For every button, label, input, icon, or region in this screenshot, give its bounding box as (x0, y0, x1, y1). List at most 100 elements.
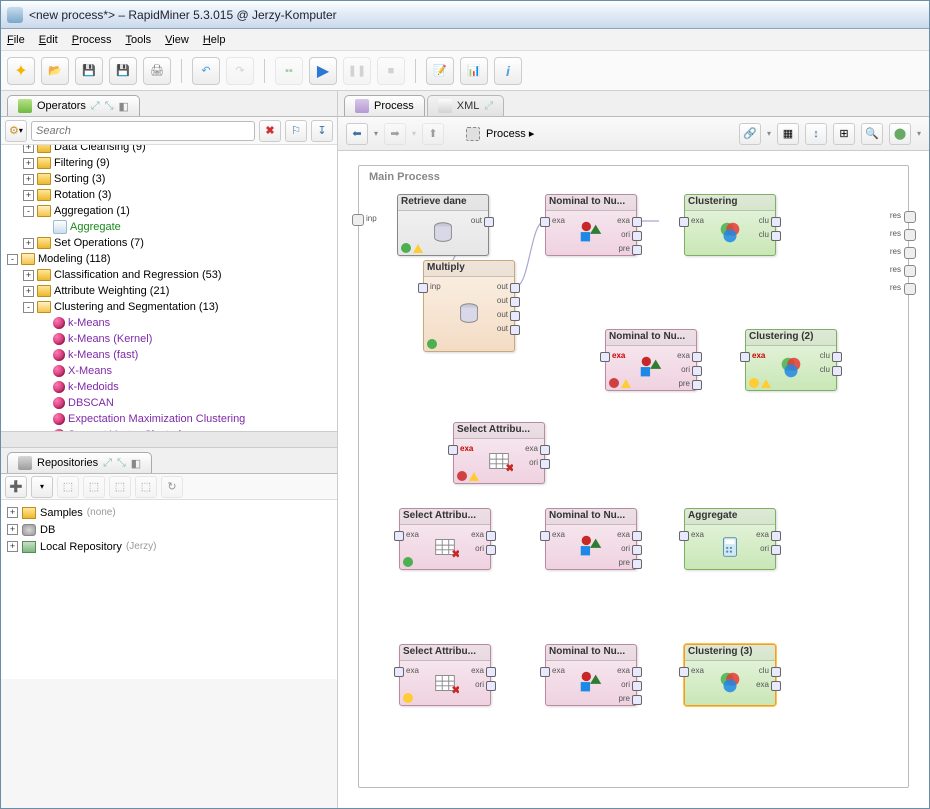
tree-row[interactable]: +Sorting (3) (1, 171, 337, 187)
tree-row[interactable]: -Clustering and Segmentation (13) (1, 299, 337, 315)
repo-row[interactable]: +DB (7, 521, 331, 538)
out-port[interactable] (540, 459, 550, 469)
xml-tab[interactable]: XML ⤢ (427, 95, 504, 116)
operator-nom2[interactable]: Nominal to Nu...exaexaoripre (605, 329, 697, 391)
operator-nom1[interactable]: Nominal to Nu...exaexaoripre (545, 194, 637, 256)
menu-view[interactable]: View (165, 34, 189, 46)
pin-icon[interactable]: ◧ (131, 457, 141, 470)
expander-icon[interactable]: + (23, 145, 34, 153)
save-button[interactable]: 💾 (75, 57, 103, 85)
tree-row[interactable]: Aggregate (1, 219, 337, 235)
operators-tab[interactable]: Operators ⤢ ⤡ ◧ (7, 95, 140, 116)
in-port[interactable] (448, 445, 458, 455)
collapse-icon[interactable]: ⤢ (91, 100, 100, 113)
save-as-button[interactable]: 💾 (109, 57, 137, 85)
out-port[interactable] (486, 667, 496, 677)
repo-refresh-button[interactable]: ↻ (161, 476, 183, 498)
tree-row[interactable]: DBSCAN (1, 395, 337, 411)
operator-clust2[interactable]: Clustering (2)exacluclu (745, 329, 837, 391)
run-button[interactable]: ▶ (309, 57, 337, 85)
menu-tools[interactable]: Tools (125, 34, 151, 46)
expander-icon[interactable]: - (23, 206, 34, 217)
in-port[interactable] (394, 667, 404, 677)
expand-icon[interactable]: ⤡ (117, 457, 126, 470)
layout-button[interactable]: ▦ (777, 123, 799, 145)
expander-icon[interactable]: - (7, 254, 18, 265)
expander-icon[interactable]: + (7, 524, 18, 535)
process-tab[interactable]: Process (344, 95, 425, 116)
filter-dropdown[interactable]: ⚙▾ (5, 120, 27, 142)
stop-button[interactable]: ■ (377, 57, 405, 85)
validate-button[interactable]: ▪▪ (275, 57, 303, 85)
out-port[interactable] (771, 531, 781, 541)
out-port[interactable] (771, 217, 781, 227)
process-output-port[interactable] (904, 229, 916, 241)
results-view-button[interactable]: 📊 (460, 57, 488, 85)
search-input[interactable] (31, 121, 255, 141)
repo-row[interactable]: +Samples (none) (7, 504, 331, 521)
out-port[interactable] (632, 559, 642, 569)
repo-btn5[interactable]: ⬚ (135, 476, 157, 498)
in-port[interactable] (679, 667, 689, 677)
expander-icon[interactable]: + (7, 507, 18, 518)
operator-multiply[interactable]: Multiplyinpoutoutoutout (423, 260, 515, 352)
process-canvas[interactable]: Main Process inp Retrieve daneoutNominal… (358, 165, 909, 788)
expander-icon[interactable]: + (23, 270, 34, 281)
expander-icon[interactable]: + (7, 541, 18, 552)
out-port[interactable] (632, 695, 642, 705)
hscroll[interactable] (1, 431, 337, 447)
repo-btn4[interactable]: ⬚ (109, 476, 131, 498)
tree-row[interactable]: k-Means (Kernel) (1, 331, 337, 347)
info-button[interactable]: i (494, 57, 522, 85)
repo-dropdown-button[interactable]: ▾ (31, 476, 53, 498)
out-port[interactable] (632, 531, 642, 541)
operator-selattr2[interactable]: Select Attribu...✖exaexaori (399, 508, 491, 570)
out-port[interactable] (832, 352, 842, 362)
sort-button[interactable]: ↧ (311, 120, 333, 142)
zoomfit-button[interactable]: ⊞ (833, 123, 855, 145)
pause-button[interactable]: ❚❚ (343, 57, 371, 85)
out-port[interactable] (486, 681, 496, 691)
tree-row[interactable]: +Classification and Regression (53) (1, 267, 337, 283)
menu-help[interactable]: Help (203, 34, 226, 46)
in-port[interactable] (394, 531, 404, 541)
out-port[interactable] (692, 380, 702, 390)
out-port[interactable] (540, 445, 550, 455)
open-button[interactable]: 📂 (41, 57, 69, 85)
repositories-tree[interactable]: +Samples (none)+DB +Local Repository (Je… (1, 500, 337, 679)
breadcrumb[interactable]: Process ▸ (466, 127, 534, 141)
expander-icon[interactable]: + (23, 190, 34, 201)
pin-icon[interactable]: ◧ (119, 100, 129, 113)
out-port[interactable] (484, 217, 494, 227)
tree-row[interactable]: k-Means (1, 315, 337, 331)
tree-row[interactable]: -Aggregation (1) (1, 203, 337, 219)
operator-nom3[interactable]: Nominal to Nu...exaexaoripre (545, 508, 637, 570)
menu-file[interactable]: File (7, 34, 25, 46)
tree-row[interactable]: Expectation Maximization Clustering (1, 411, 337, 427)
redo-button[interactable]: ↷ (226, 57, 254, 85)
operators-tree[interactable]: +Data Cleansing (9)+Filtering (9)+Sortin… (1, 145, 337, 431)
repo-row[interactable]: +Local Repository (Jerzy) (7, 538, 331, 555)
autoarrange-button[interactable]: ↕ (805, 123, 827, 145)
expand-icon[interactable]: ⤡ (105, 100, 114, 113)
edit-view-button[interactable]: 📝 (426, 57, 454, 85)
nav-up-button[interactable]: ⬆ (422, 123, 444, 145)
out-port[interactable] (771, 681, 781, 691)
tree-row[interactable]: -Modeling (118) (1, 251, 337, 267)
in-port[interactable] (740, 352, 750, 362)
tree-row[interactable]: k-Means (fast) (1, 347, 337, 363)
tree-row[interactable]: +Data Cleansing (9) (1, 145, 337, 155)
operator-selattr1[interactable]: Select Attribu...✖exaexaori (453, 422, 545, 484)
collapse-icon[interactable]: ⤢ (484, 100, 493, 113)
in-port[interactable] (540, 667, 550, 677)
out-port[interactable] (486, 531, 496, 541)
repositories-tab[interactable]: Repositories ⤢ ⤡ ◧ (7, 452, 152, 473)
in-port[interactable] (679, 531, 689, 541)
operator-clust3[interactable]: Clustering (3)exacluexa (684, 644, 776, 706)
expander-icon[interactable]: + (23, 174, 34, 185)
in-port[interactable] (600, 352, 610, 362)
flag-filter-button[interactable]: ⚐ (285, 120, 307, 142)
out-port[interactable] (692, 352, 702, 362)
process-input-port[interactable] (352, 214, 364, 226)
expander-icon[interactable]: + (23, 238, 34, 249)
